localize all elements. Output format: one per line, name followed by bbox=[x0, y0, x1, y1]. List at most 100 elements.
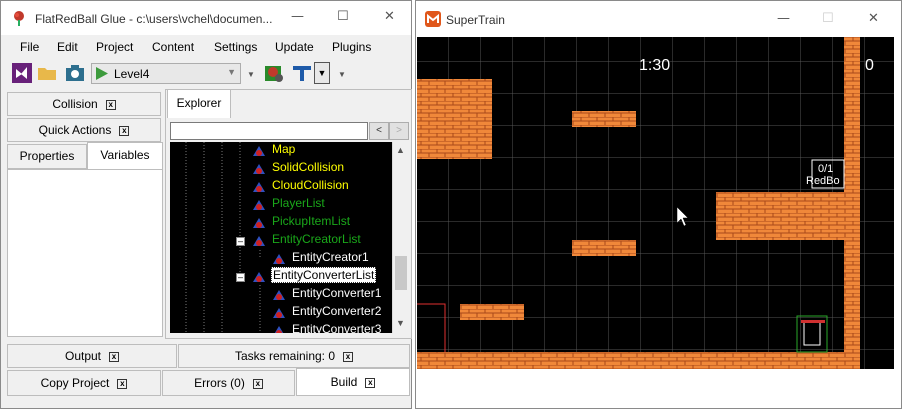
tab-output[interactable]: Output x bbox=[7, 344, 177, 368]
tree-item-label: EntityConverterList bbox=[271, 267, 377, 283]
menu-edit[interactable]: Edit bbox=[57, 40, 78, 54]
entity-icon bbox=[253, 164, 265, 174]
entity-icon bbox=[273, 290, 285, 300]
tile-dropdown[interactable]: ▼ bbox=[314, 62, 330, 84]
close-icon[interactable]: x bbox=[365, 377, 376, 388]
scroll-thumb[interactable] bbox=[395, 256, 407, 290]
brick-block bbox=[417, 79, 492, 159]
entity-icon bbox=[253, 146, 265, 156]
menu-content[interactable]: Content bbox=[152, 40, 194, 54]
entity-icon bbox=[253, 218, 265, 228]
menu-file[interactable]: File bbox=[20, 40, 39, 54]
forward-button[interactable]: > bbox=[389, 122, 409, 140]
glue-window-title: FlatRedBall Glue - c:\users\vchel\docume… bbox=[35, 12, 273, 26]
entity-icon bbox=[253, 182, 265, 192]
game-canvas[interactable]: 1:30 0 0/1 RedBo bbox=[417, 37, 894, 369]
glue-window: FlatRedBall Glue - c:\users\vchel\docume… bbox=[0, 0, 412, 409]
tree-item-label: PlayerList bbox=[272, 196, 325, 210]
tree-item[interactable]: SolidCollision bbox=[253, 160, 345, 178]
tree-item-label: PickupItemList bbox=[272, 214, 351, 228]
brick-platform bbox=[460, 304, 524, 320]
close-button[interactable]: ✕ bbox=[868, 11, 879, 26]
tab-properties[interactable]: Properties bbox=[7, 144, 87, 169]
glue-tool-icon[interactable] bbox=[263, 62, 285, 84]
tree-item[interactable]: EntityConverter1 bbox=[273, 286, 382, 304]
supertrain-window-title: SuperTrain bbox=[446, 13, 505, 27]
level-select-value: Level4 bbox=[114, 67, 150, 81]
tab-copy-project[interactable]: Copy Project x bbox=[7, 370, 161, 396]
entity-icon bbox=[273, 254, 285, 264]
game-timer: 1:30 bbox=[639, 57, 671, 74]
overflow-icon[interactable]: ▼ bbox=[247, 70, 255, 79]
collapse-icon[interactable]: – bbox=[236, 237, 245, 246]
tree-item-label: EntityConverter1 bbox=[292, 286, 382, 300]
menu-settings[interactable]: Settings bbox=[214, 40, 257, 54]
tree-item-label: CloudCollision bbox=[272, 178, 349, 192]
overflow-icon-2[interactable]: ▼ bbox=[338, 70, 346, 79]
tree-item[interactable]: EntityCreator1 bbox=[273, 250, 370, 268]
item-count-label: 0/1 bbox=[818, 163, 834, 175]
brick-floor bbox=[417, 352, 860, 369]
close-button[interactable]: ✕ bbox=[384, 9, 395, 24]
menu-project[interactable]: Project bbox=[96, 40, 133, 54]
tree-item-label: EntityConverter2 bbox=[292, 304, 382, 318]
entity-icon bbox=[253, 200, 265, 210]
tree-item[interactable]: Map bbox=[253, 142, 296, 160]
glue-title-bar: FlatRedBall Glue - c:\users\vchel\docume… bbox=[1, 1, 411, 35]
folder-icon[interactable] bbox=[36, 62, 58, 84]
close-icon[interactable]: x bbox=[117, 378, 128, 389]
close-icon[interactable]: x bbox=[105, 99, 116, 110]
tab-variables[interactable]: Variables bbox=[87, 142, 163, 169]
tab-build-label: Build bbox=[330, 375, 358, 389]
close-icon[interactable]: x bbox=[109, 351, 120, 362]
tree-item[interactable]: EntityConverter2 bbox=[273, 304, 382, 322]
chevron-down-icon: ▼ bbox=[227, 67, 236, 77]
maximize-button: ☐ bbox=[822, 11, 834, 26]
entity-icon bbox=[253, 272, 265, 282]
tab-tasks[interactable]: Tasks remaining: 0 x bbox=[178, 344, 410, 368]
menu-bar: File Edit Project Content Settings Updat… bbox=[1, 36, 411, 58]
tab-build[interactable]: Build x bbox=[296, 368, 410, 396]
tab-copy-project-label: Copy Project bbox=[40, 376, 110, 390]
minimize-button[interactable]: — bbox=[777, 11, 790, 26]
entity-icon bbox=[273, 308, 285, 318]
minimize-button[interactable]: — bbox=[291, 9, 304, 24]
tree-item[interactable]: EntityCreatorList bbox=[253, 232, 362, 250]
visual-studio-icon[interactable] bbox=[11, 62, 33, 84]
monogame-icon bbox=[425, 11, 441, 27]
level-select[interactable]: Level4 ▼ bbox=[91, 63, 241, 84]
tree-item[interactable]: EntityConverter3 bbox=[274, 322, 382, 333]
game-scene bbox=[417, 37, 894, 369]
explorer-tree[interactable]: Map SolidCollision CloudCollision PlayerLis… bbox=[170, 142, 392, 333]
play-icon bbox=[96, 67, 108, 80]
scroll-down-icon[interactable]: ▼ bbox=[396, 318, 405, 328]
tab-properties-label: Properties bbox=[19, 149, 75, 163]
item-name-label: RedBo bbox=[806, 175, 840, 187]
tree-scrollbar[interactable]: ▲ ▼ bbox=[392, 142, 409, 333]
back-button[interactable]: < bbox=[369, 122, 389, 140]
scroll-up-icon[interactable]: ▲ bbox=[396, 145, 405, 155]
close-icon[interactable]: x bbox=[119, 125, 130, 136]
tab-quick-actions[interactable]: Quick Actions x bbox=[7, 118, 161, 142]
tree-item[interactable]: EntityConverterList bbox=[253, 267, 377, 286]
tab-collision[interactable]: Collision x bbox=[7, 92, 161, 116]
tree-item[interactable]: PickupItemList bbox=[253, 214, 351, 232]
tab-explorer[interactable]: Explorer bbox=[167, 89, 231, 118]
tree-item[interactable]: PlayerList bbox=[253, 196, 326, 214]
close-icon[interactable]: x bbox=[252, 378, 263, 389]
supertrain-title-bar: SuperTrain — ☐ ✕ bbox=[416, 1, 901, 37]
menu-update[interactable]: Update bbox=[275, 40, 314, 54]
game-score: 0 bbox=[865, 57, 874, 74]
tile-tool-icon[interactable] bbox=[291, 62, 313, 84]
explorer-search-input[interactable] bbox=[170, 122, 368, 140]
maximize-button[interactable]: ☐ bbox=[337, 9, 349, 24]
collapse-icon[interactable]: – bbox=[236, 273, 245, 282]
menu-plugins[interactable]: Plugins bbox=[332, 40, 371, 54]
camera-icon[interactable] bbox=[64, 62, 86, 84]
tab-errors[interactable]: Errors (0) x bbox=[162, 370, 295, 396]
close-icon[interactable]: x bbox=[343, 351, 354, 362]
tab-collision-label: Collision bbox=[52, 97, 98, 111]
tree-item[interactable]: CloudCollision bbox=[253, 178, 350, 196]
brick-platform bbox=[716, 192, 846, 240]
tab-quick-actions-label: Quick Actions bbox=[38, 123, 112, 137]
